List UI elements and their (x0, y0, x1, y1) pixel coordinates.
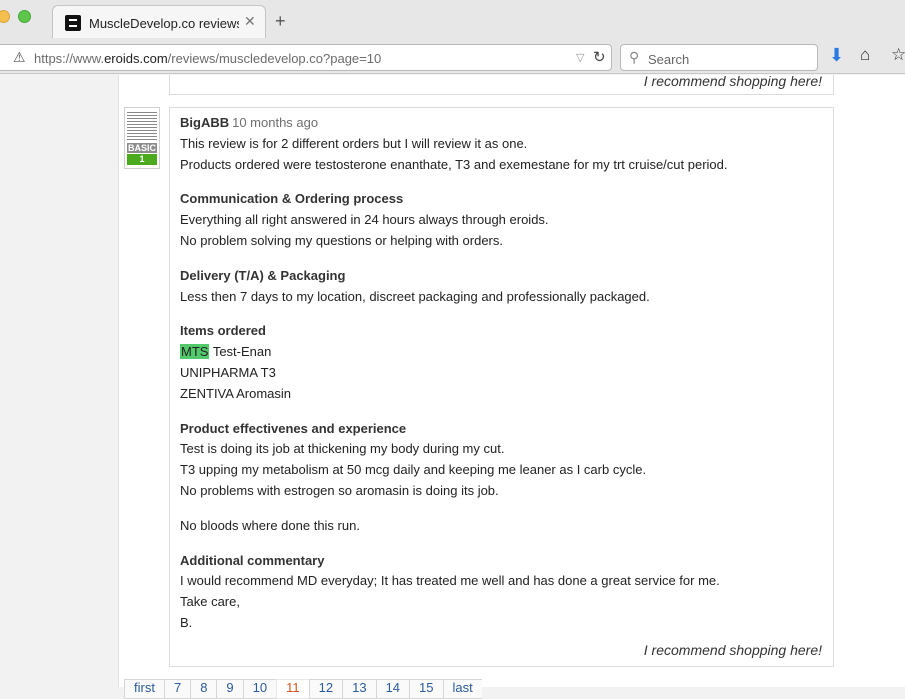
section-title-effectiveness: Product effectivenes and experience (180, 420, 407, 436)
browser-tab[interactable]: MuscleDevelop.co reviews. ... ✕ (52, 5, 266, 38)
review-header: BigABB 10 months ago (180, 113, 820, 134)
url-path: /reviews/muscledevelop.co?page=10 (167, 51, 382, 66)
recommend-text: I recommend shopping here! (643, 642, 822, 658)
review-line: This review is for 2 different orders bu… (180, 135, 528, 151)
review-author[interactable]: BigABB (180, 115, 229, 130)
review-line: I would recommend MD everyday; It has tr… (180, 573, 720, 589)
home-icon[interactable]: ⌂ (860, 45, 870, 65)
search-bar[interactable]: ⚲ Search (620, 44, 818, 71)
zoom-window-button[interactable] (18, 10, 31, 23)
review-line: No problems with estrogen so aromasin is… (180, 482, 499, 498)
section-title-items: Items ordered (180, 323, 266, 339)
url-domain: eroids.com (104, 51, 168, 66)
close-tab-icon[interactable]: ✕ (244, 13, 256, 30)
review-line: Less then 7 days to my location, discree… (180, 288, 650, 304)
section-title-communication: Communication & Ordering process (180, 191, 404, 207)
minimize-window-button[interactable] (0, 10, 10, 23)
review-line: Take care, (180, 594, 240, 610)
review-line: No bloods where done this run. (180, 517, 360, 533)
recommend-text: I recommend shopping here! (643, 73, 822, 89)
page-link[interactable]: 8 (190, 679, 217, 699)
member-level: 1 (127, 154, 157, 165)
url-dropdown-icon[interactable]: ▽ (576, 51, 584, 64)
pagination: first 7 8 9 10 11 12 13 14 15 last (124, 679, 482, 699)
page-link[interactable]: 12 (308, 679, 343, 699)
item-line: UNIPHARMA T3 (180, 364, 276, 380)
item-line: ZENTIVA Aromasin (180, 385, 292, 401)
warning-triangle-icon[interactable]: ⚠ (13, 49, 26, 66)
review-line: T3 upping my metabolism at 50 mcg daily … (180, 462, 647, 478)
search-icon: ⚲ (629, 49, 640, 65)
browser-chrome: MuscleDevelop.co reviews. ... ✕ + ⚠ http… (0, 0, 905, 74)
page-link[interactable]: 7 (163, 679, 191, 699)
page-first[interactable]: first (124, 679, 164, 699)
reload-icon[interactable]: ↻ (593, 48, 606, 66)
page-link[interactable]: 14 (375, 679, 410, 699)
review-line: Products ordered were testosterone enant… (180, 156, 728, 172)
page-link[interactable]: 9 (216, 679, 243, 699)
page-last[interactable]: last (442, 679, 482, 699)
review-line: B. (180, 614, 193, 630)
page-link[interactable]: 10 (242, 679, 277, 699)
url-text[interactable]: https://www.eroids.com/reviews/muscledev… (34, 51, 381, 66)
avatar[interactable]: BASIC 1 (124, 107, 160, 169)
url-prefix: https://www. (34, 51, 105, 66)
highlighted-brand: MTS (180, 344, 210, 360)
review-age: 10 months ago (232, 115, 319, 130)
review-line: Test is doing its job at thickening my b… (180, 441, 505, 457)
item-line: MTS Test-Enan (180, 342, 820, 363)
section-title-delivery: Delivery (T/A) & Packaging (180, 267, 346, 283)
review-line: Everything all right answered in 24 hour… (180, 212, 549, 228)
item-name: Test-Enan (209, 344, 272, 360)
section-title-commentary: Additional commentary (180, 552, 325, 568)
page-link[interactable]: 15 (409, 679, 443, 699)
page-link[interactable]: 13 (342, 679, 376, 699)
address-bar[interactable]: ⚠ https://www.eroids.com/reviews/muscled… (0, 44, 612, 71)
member-badge: BASIC (127, 143, 157, 153)
avatar-image (127, 110, 157, 142)
tab-title: MuscleDevelop.co reviews. ... (89, 16, 239, 31)
review-body: BigABB 10 months ago This review is for 2… (180, 113, 820, 634)
new-tab-button[interactable]: + (275, 11, 286, 32)
eroids-favicon-icon (65, 15, 81, 31)
previous-review-card: I recommend shopping here! (169, 73, 834, 95)
page-current: 11 (276, 679, 309, 699)
review-card: BigABB 10 months ago This review is for 2… (169, 107, 834, 667)
review-line: No problem solving my questions or helpi… (180, 232, 503, 248)
search-input[interactable]: Search (648, 52, 689, 67)
download-icon[interactable]: ⬇ (829, 45, 844, 66)
bookmark-star-icon[interactable]: ☆ (891, 45, 905, 65)
